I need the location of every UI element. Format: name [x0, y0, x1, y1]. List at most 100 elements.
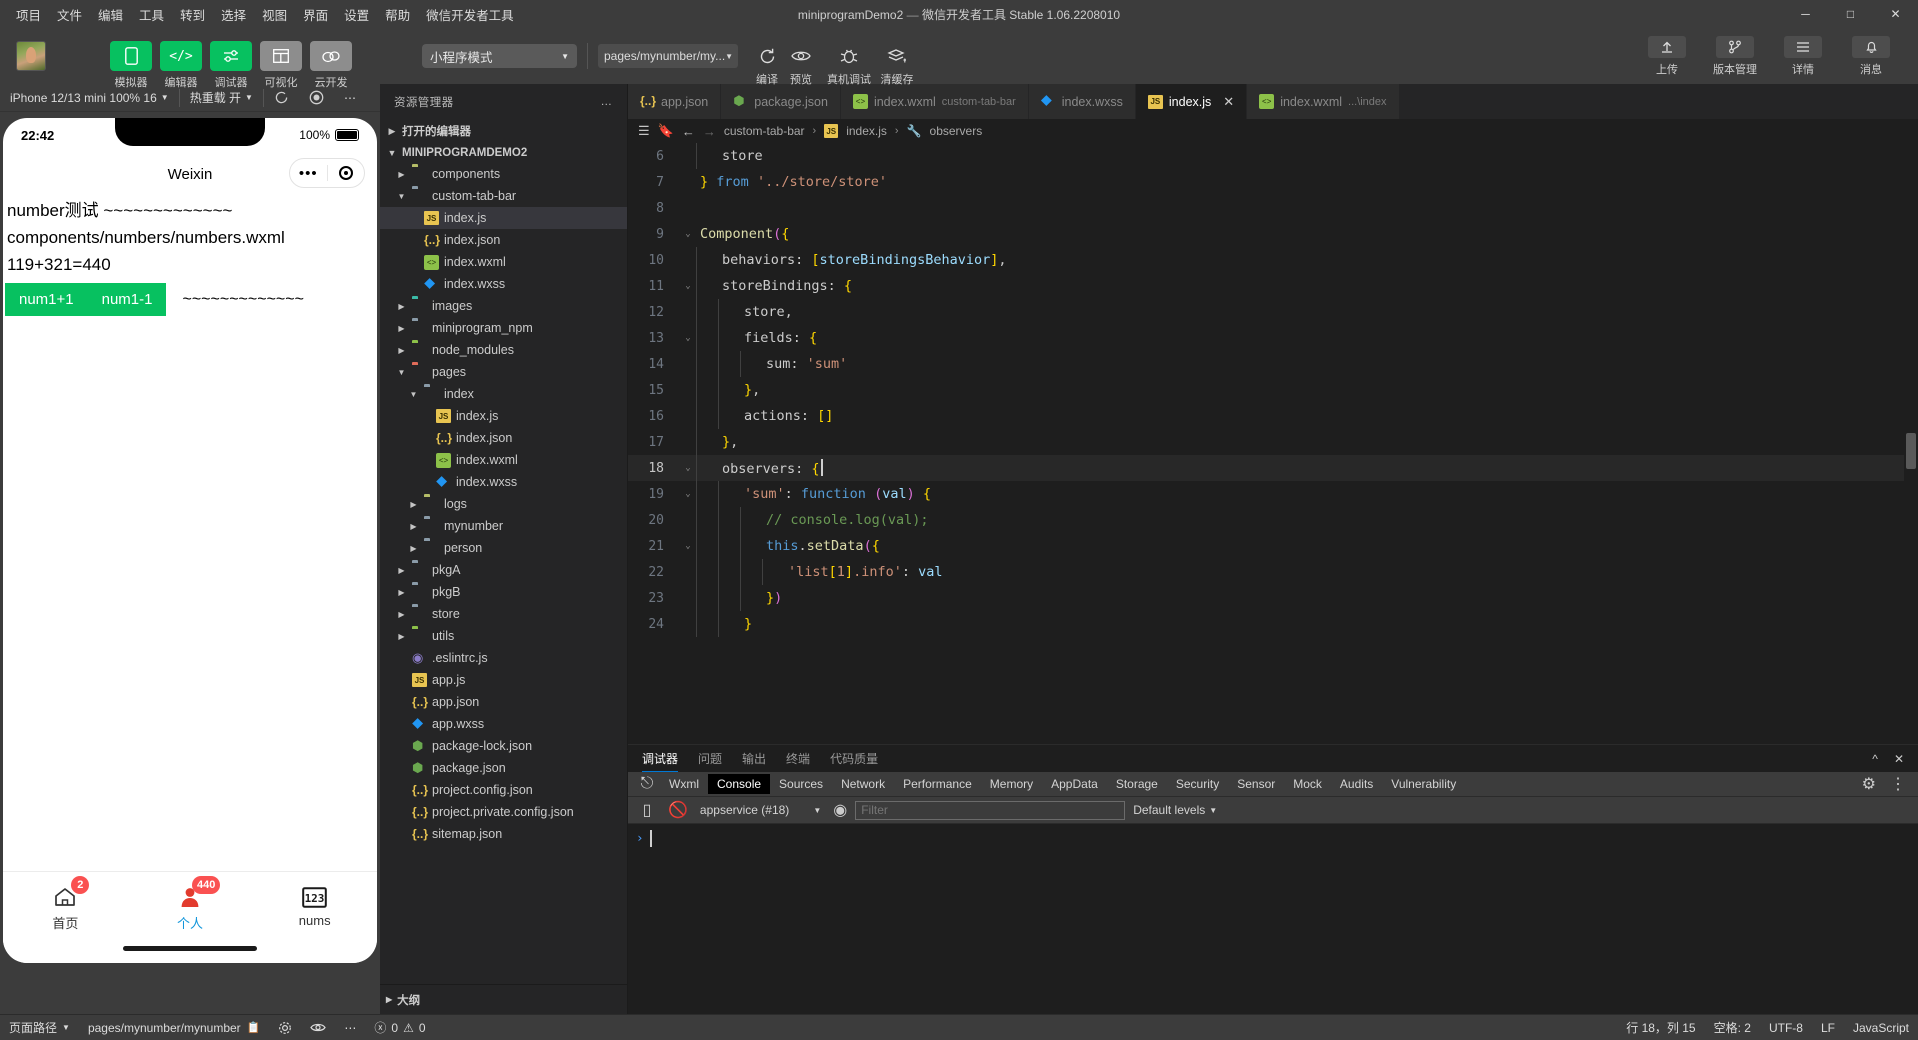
clear-cache-button[interactable]: 清缓存: [880, 39, 914, 86]
toolbar-editor[interactable]: </> 编辑器: [160, 41, 202, 89]
twisty-icon[interactable]: ▶: [396, 632, 407, 641]
fold-icon[interactable]: ⌄: [680, 463, 696, 473]
tab-home[interactable]: 2 首页: [3, 876, 128, 963]
twisty-icon[interactable]: ▶: [396, 324, 407, 333]
tree-item-app.json[interactable]: {..} app.json: [380, 691, 627, 713]
tree-item-node_modules[interactable]: ▶ node_modules: [380, 339, 627, 361]
tree-item-app.js[interactable]: JS app.js: [380, 669, 627, 691]
forward-icon[interactable]: →: [703, 124, 716, 139]
twisty-icon[interactable]: ▶: [408, 544, 419, 553]
menu-item-file[interactable]: 文件: [49, 1, 90, 28]
fold-icon[interactable]: ⌄: [680, 333, 696, 343]
console-filter-input[interactable]: [855, 800, 1126, 820]
menu-item-ui[interactable]: 界面: [295, 1, 336, 28]
status-more-button[interactable]: ⋯: [335, 1015, 365, 1040]
preview-button[interactable]: 预览: [784, 39, 818, 86]
project-section[interactable]: ▼ MINIPROGRAMDEMO2: [380, 143, 627, 163]
tree-item-images[interactable]: ▶ images: [380, 295, 627, 317]
tree-item-sitemap.json[interactable]: {..} sitemap.json: [380, 823, 627, 845]
tree-item-index[interactable]: ▼ index: [380, 383, 627, 405]
devtools-tab-security[interactable]: Security: [1167, 774, 1228, 794]
status-settings-button[interactable]: [269, 1015, 301, 1040]
breadcrumb-item-file[interactable]: index.js: [846, 124, 887, 138]
tree-item-mynumber[interactable]: ▶ mynumber: [380, 515, 627, 537]
console-eye-button[interactable]: ◉: [833, 800, 847, 820]
fold-icon[interactable]: ⌄: [680, 229, 696, 239]
page-path-select[interactable]: 页面路径 ▼: [0, 1015, 79, 1040]
explorer-more-button[interactable]: …: [601, 96, 614, 108]
bookmark-icon[interactable]: 🔖: [658, 123, 674, 139]
twisty-icon[interactable]: ▶: [396, 610, 407, 619]
editor-tab-app-json[interactable]: {..} app.json: [628, 84, 722, 119]
breadcrumb-item-folder[interactable]: custom-tab-bar: [724, 124, 805, 138]
tree-item-app.wxss[interactable]: ⯁ app.wxss: [380, 713, 627, 735]
copy-icon[interactable]: 📋: [247, 1021, 261, 1034]
tree-item-pkgA[interactable]: ▶ pkgA: [380, 559, 627, 581]
console-context-select[interactable]: appservice (#18) ▼: [696, 803, 825, 817]
tree-item-index.js[interactable]: JS index.js: [380, 207, 627, 229]
avatar[interactable]: [16, 41, 46, 71]
devtools-tab-wxml[interactable]: Wxml: [660, 774, 708, 794]
console-output[interactable]: ›: [628, 824, 1918, 1014]
twisty-icon[interactable]: ▶: [408, 522, 419, 531]
kebab-icon[interactable]: ⋮: [1890, 774, 1906, 794]
menu-item-goto[interactable]: 转到: [172, 1, 213, 28]
close-button[interactable]: ✕: [1873, 0, 1918, 28]
editor-tab-index-wxml-5[interactable]: <> index.wxml ...\index: [1247, 84, 1400, 119]
menu-item-tools[interactable]: 工具: [131, 1, 172, 28]
tree-item-project.config.json[interactable]: {..} project.config.json: [380, 779, 627, 801]
panel-tab-debugger[interactable]: 调试器: [642, 745, 679, 772]
menu-item-select[interactable]: 选择: [213, 1, 254, 28]
editor-tab-index-wxss[interactable]: ⯁ index.wxss: [1028, 84, 1136, 119]
editor-tab-index-wxml-2[interactable]: <> index.wxml custom-tab-bar: [840, 84, 1029, 119]
page-select[interactable]: pages/mynumber/my... ▼: [598, 44, 738, 68]
toolbar-visual[interactable]: 可视化: [260, 41, 302, 89]
tree-item-person[interactable]: ▶ person: [380, 537, 627, 559]
editor-tab-package-json[interactable]: ⬢ package.json: [721, 84, 841, 119]
devtools-tab-console[interactable]: Console: [708, 774, 771, 794]
page-path-display[interactable]: pages/mynumber/mynumber 📋: [79, 1015, 269, 1040]
panel-tab-problems[interactable]: 问题: [698, 745, 722, 772]
devtools-tab-sources[interactable]: Sources: [770, 774, 832, 794]
scrollbar-thumb[interactable]: [1906, 433, 1916, 469]
panel-tab-terminal[interactable]: 终端: [786, 745, 810, 772]
outline-section[interactable]: ▶ 大纲: [380, 984, 627, 1014]
close-capsule-icon[interactable]: [328, 166, 365, 180]
status-eye-button[interactable]: [301, 1015, 335, 1040]
tree-item-index.json[interactable]: {..} index.json: [380, 229, 627, 251]
toolbar-debugger[interactable]: 调试器: [210, 41, 252, 89]
encoding[interactable]: UTF-8: [1760, 1015, 1812, 1040]
devtools-tab-network[interactable]: Network: [832, 774, 894, 794]
num-increment-button[interactable]: num1+1: [5, 283, 88, 316]
devtools-tab-audits[interactable]: Audits: [1331, 774, 1382, 794]
num-decrement-button[interactable]: num1-1: [87, 283, 167, 316]
tree-item-index.json[interactable]: {..} index.json: [380, 427, 627, 449]
tree-item-custom-tab-bar[interactable]: ▼ custom-tab-bar: [380, 185, 627, 207]
devtools-tab-performance[interactable]: Performance: [894, 774, 981, 794]
twisty-icon[interactable]: ▼: [396, 192, 407, 201]
tree-item-logs[interactable]: ▶ logs: [380, 493, 627, 515]
eol[interactable]: LF: [1812, 1015, 1844, 1040]
compile-button[interactable]: 编译: [750, 39, 784, 86]
menu-item-view[interactable]: 视图: [254, 1, 295, 28]
close-icon[interactable]: ✕: [1223, 94, 1234, 110]
toolbar-cloud[interactable]: 云开发: [310, 41, 352, 89]
gear-icon[interactable]: ⚙: [1862, 774, 1876, 794]
menu-item-devtools[interactable]: 微信开发者工具: [418, 1, 522, 28]
panel-tab-quality[interactable]: 代码质量: [830, 745, 878, 772]
version-control-button[interactable]: 版本管理: [1712, 35, 1758, 77]
tree-item-index.wxml[interactable]: <> index.wxml: [380, 449, 627, 471]
breadcrumb-item-symbol[interactable]: observers: [930, 124, 983, 138]
menu-item-help[interactable]: 帮助: [377, 1, 418, 28]
tree-item-pages[interactable]: ▼ pages: [380, 361, 627, 383]
editor-tab-index-js[interactable]: JS index.js ✕: [1135, 84, 1248, 119]
tree-item-miniprogram_npm[interactable]: ▶ miniprogram_npm: [380, 317, 627, 339]
tree-item-package.json[interactable]: ⬢ package.json: [380, 757, 627, 779]
menu-item-settings[interactable]: 设置: [336, 1, 377, 28]
maximize-button[interactable]: □: [1828, 0, 1873, 28]
tree-item-store[interactable]: ▶ store: [380, 603, 627, 625]
tree-item-pkgB[interactable]: ▶ pkgB: [380, 581, 627, 603]
tree-item-utils[interactable]: ▶ utils: [380, 625, 627, 647]
toolbar-simulator[interactable]: 模拟器: [110, 41, 152, 89]
details-button[interactable]: 详情: [1780, 35, 1826, 77]
